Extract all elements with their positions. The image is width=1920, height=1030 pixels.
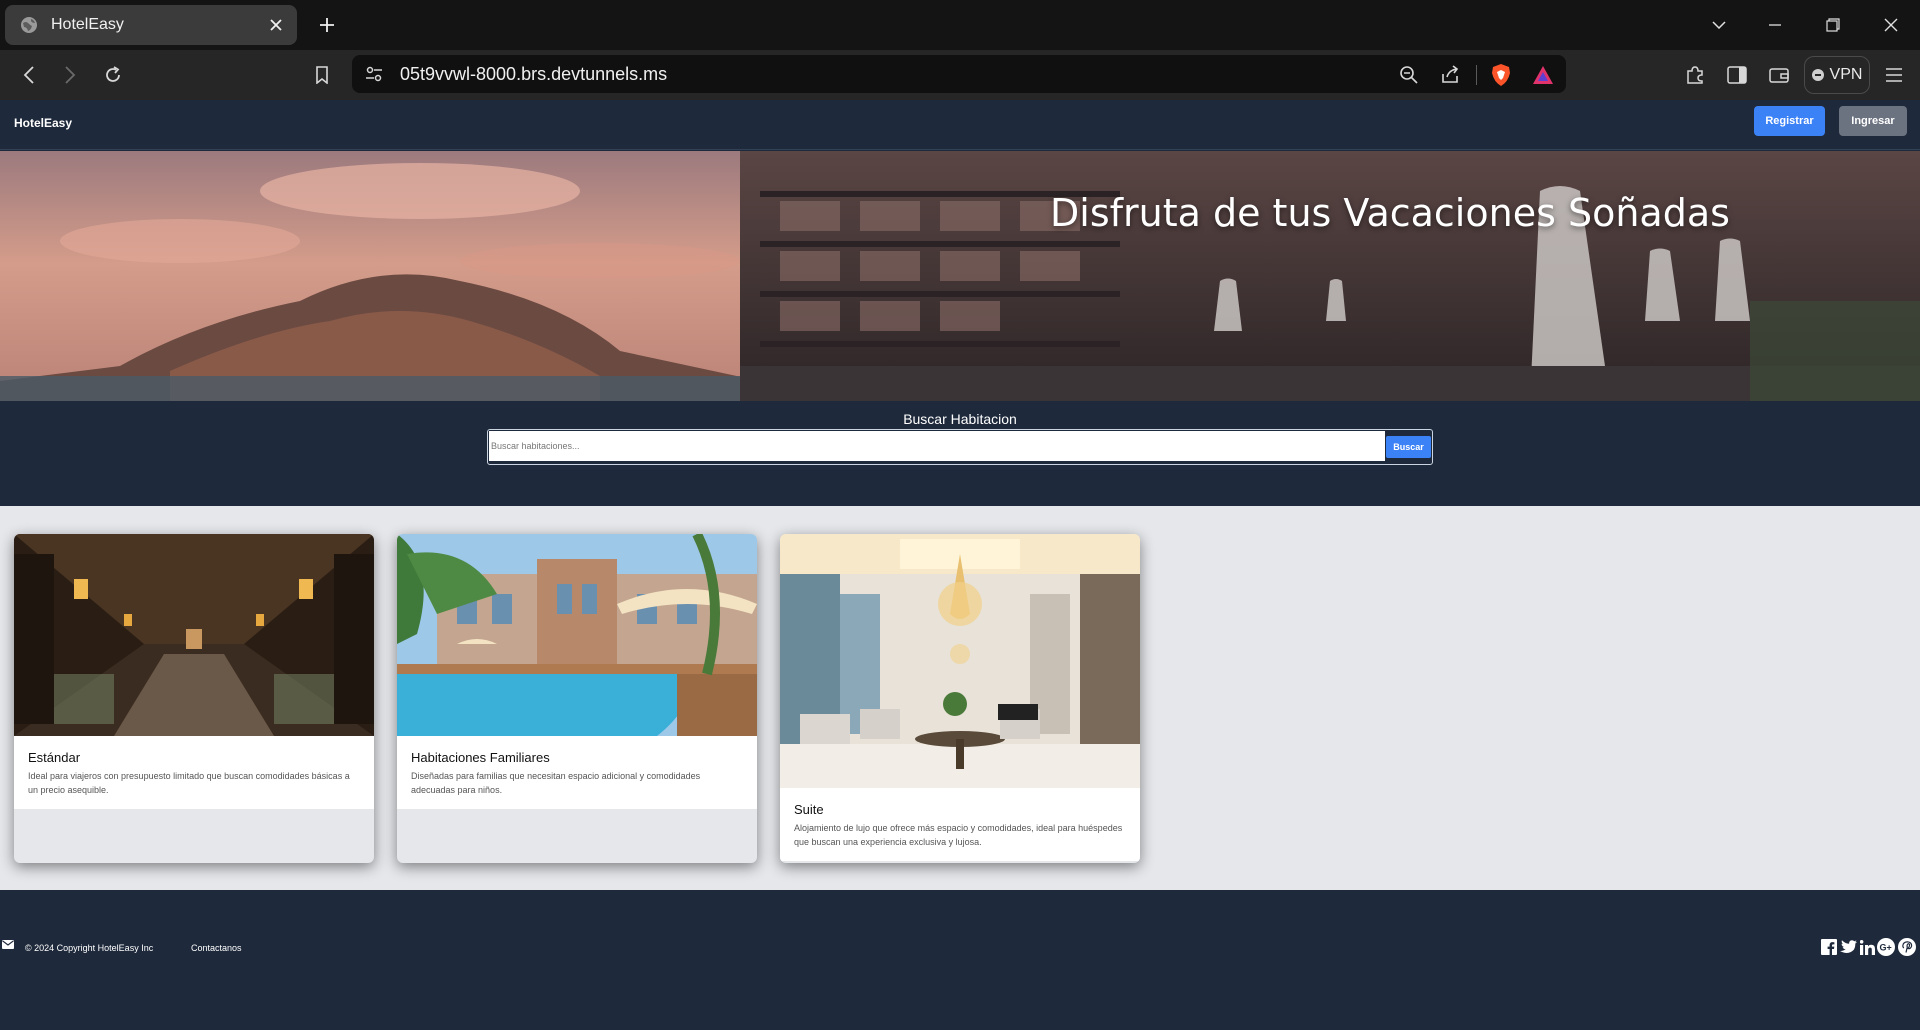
extensions-icon[interactable] [1681,61,1709,89]
url-text[interactable]: 05t9vvwl-8000.brs.devtunnels.ms [400,64,667,85]
hero-image [0,151,1920,401]
facebook-icon[interactable] [1820,938,1838,956]
room-title: Habitaciones Familiares [411,750,550,765]
reload-icon[interactable] [99,61,127,89]
close-window-icon[interactable] [1875,9,1907,41]
vpn-status-icon [1811,69,1824,81]
minimize-icon[interactable] [1759,9,1791,41]
tab-search-chevron-icon[interactable] [1703,9,1735,41]
linkedin-icon[interactable] [1858,938,1876,956]
room-image-family [397,534,757,736]
search-section: Buscar Habitacion Buscar [0,401,1920,506]
site-settings-icon[interactable] [364,64,384,84]
brand-logo[interactable]: HotelEasy [14,116,72,130]
pinterest-icon[interactable] [1898,938,1916,956]
new-tab-icon[interactable] [313,11,341,39]
zoom-icon[interactable] [1396,62,1422,88]
tab-title: HotelEasy [51,16,124,33]
vpn-label: VPN [1829,66,1863,83]
svg-text:G+: G+ [1880,943,1892,953]
copyright-text: © 2024 Copyright HotelEasy Inc [25,943,154,953]
site-header: HotelEasy [0,100,1920,150]
hero-banner: Disfruta de tus Vacaciones Soñadas [0,151,1920,401]
room-image-standard [14,534,374,736]
room-card-standard[interactable]: Estándar Ideal para viajeros con presupu… [14,534,374,863]
twitter-icon[interactable] [1839,938,1857,956]
contact-link[interactable]: Contactanos [191,943,242,953]
search-button[interactable]: Buscar [1386,436,1431,458]
register-button[interactable]: Registrar [1754,106,1825,136]
room-card-suite[interactable]: Suite Alojamiento de lujo que ofrece más… [780,534,1140,863]
room-image-suite [780,534,1140,788]
room-description: Alojamiento de lujo que ofrece más espac… [794,823,1123,847]
google-plus-icon[interactable]: G+ [1877,938,1895,956]
room-card-body: Estándar Ideal para viajeros con presupu… [14,736,374,809]
room-card-body: Suite Alojamiento de lujo que ofrece más… [780,788,1140,861]
room-card-body: Habitaciones Familiares Diseñadas para f… [397,736,757,809]
address-bar[interactable]: 05t9vvwl-8000.brs.devtunnels.ms [352,55,1566,93]
browser-tab-bar: HotelEasy [0,0,1920,50]
wallet-icon[interactable] [1765,61,1793,89]
room-title: Estándar [28,750,81,765]
sidebar-icon[interactable] [1723,61,1751,89]
menu-icon[interactable] [1880,61,1908,89]
browser-toolbar: 05t9vvwl-8000.brs.devtunnels.ms VPN [0,50,1920,100]
back-icon[interactable] [15,61,43,89]
room-title: Suite [794,802,824,817]
forward-icon[interactable] [56,61,84,89]
bookmark-icon[interactable] [308,61,336,89]
room-card-family[interactable]: Habitaciones Familiares Diseñadas para f… [397,534,757,863]
search-label: Buscar Habitacion [903,411,1017,427]
site-footer: © 2024 Copyright HotelEasy Inc Contactan… [0,890,1920,1030]
search-input[interactable] [489,431,1385,461]
brave-shields-icon[interactable] [1488,62,1514,88]
restore-icon[interactable] [1817,9,1849,41]
room-description: Ideal para viajeros con presupuesto limi… [28,771,350,795]
close-tab-icon[interactable] [265,14,287,36]
brave-rewards-icon[interactable] [1530,62,1556,88]
globe-icon [21,17,37,33]
share-icon[interactable] [1437,62,1463,88]
browser-tab[interactable]: HotelEasy [5,5,297,45]
room-description: Diseñadas para familias que necesitan es… [411,771,701,795]
hero-title: Disfruta de tus Vacaciones Soñadas [1050,191,1730,235]
search-form: Buscar [487,429,1433,465]
login-button[interactable]: Ingresar [1839,106,1907,136]
vpn-button[interactable]: VPN [1804,56,1870,94]
mail-icon [2,940,14,949]
rooms-section: Estándar Ideal para viajeros con presupu… [0,506,1920,890]
toolbar-divider [1476,65,1477,85]
